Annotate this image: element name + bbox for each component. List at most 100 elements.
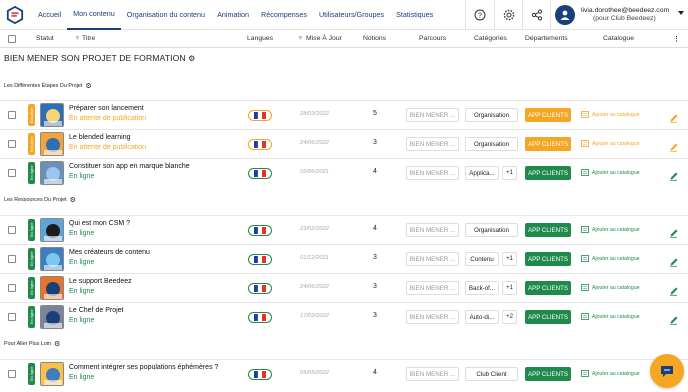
language-flag-icon[interactable] (248, 110, 272, 121)
nav-accueil[interactable]: Accueil (32, 0, 67, 30)
department-chip[interactable]: APP CLIENTS (525, 367, 571, 381)
settings-icon[interactable] (494, 0, 522, 30)
add-to-catalog-label[interactable]: Ajouter au catalogue (592, 285, 640, 291)
add-to-catalog-label[interactable]: Ajouter au catalogue (592, 141, 640, 147)
parcours-chip[interactable]: BIEN MENER ... (406, 310, 459, 324)
header-langues[interactable]: Langues (247, 35, 273, 42)
gear-icon[interactable]: ⚙ (188, 54, 195, 63)
chat-button[interactable] (650, 354, 684, 388)
add-to-catalog-label[interactable]: Ajouter au catalogue (592, 227, 640, 233)
add-to-catalog-label[interactable]: Ajouter au catalogue (592, 314, 640, 320)
category-more-chip[interactable]: +2 (502, 310, 517, 324)
row-title[interactable]: Constituer son app en marque blanche (69, 163, 190, 170)
row-title[interactable]: Mes créateurs de contenu (69, 249, 150, 256)
header-titre[interactable]: Titre (82, 35, 95, 42)
nav-recompenses[interactable]: Récompenses (255, 0, 313, 30)
chevron-down-icon[interactable] (678, 11, 684, 15)
header-parcours[interactable]: Parcours (419, 35, 446, 42)
parcours-chip[interactable]: BIEN MENER ... (406, 223, 459, 237)
gear-icon[interactable]: ⚙ (70, 196, 76, 204)
department-chip[interactable]: APP CLIENTS (525, 252, 571, 266)
add-to-catalog-label[interactable]: Ajouter au catalogue (592, 371, 640, 377)
select-all-checkbox[interactable] (8, 35, 16, 43)
add-to-catalog-link[interactable]: Ajouter au catalogue (581, 255, 640, 262)
edit-pencil-icon[interactable] (669, 110, 679, 123)
add-to-catalog-label[interactable]: Ajouter au catalogue (592, 170, 640, 176)
language-flag-icon[interactable] (248, 369, 272, 380)
table-row[interactable]: En ligne Le support Beedeez En ligne 24/06/… (0, 273, 688, 302)
more-options-icon[interactable]: ⋮ (673, 35, 680, 43)
category-chip[interactable]: Auto-di... (465, 310, 499, 324)
category-more-chip[interactable]: +1 (502, 252, 517, 266)
parcours-chip[interactable]: BIEN MENER ... (406, 137, 459, 151)
row-checkbox[interactable] (8, 140, 16, 148)
row-title[interactable]: Le Chef de Projet (69, 307, 123, 314)
sort-arrow-icon[interactable]: ▼ (74, 35, 81, 42)
row-title[interactable]: Comment intégrer ses populations éphémèr… (69, 364, 218, 371)
department-chip[interactable]: APP CLIENTS (525, 281, 571, 295)
category-chip[interactable]: Organisation (465, 223, 518, 237)
table-row[interactable]: En ligne Constituer son app en marque bla… (0, 158, 688, 187)
header-mise-a-jour[interactable]: Mise À Jour (306, 35, 342, 42)
category-chip[interactable]: Organisation (465, 108, 518, 122)
add-to-catalog-link[interactable]: Ajouter au catalogue (581, 313, 640, 320)
header-notions[interactable]: Notions (363, 35, 386, 42)
add-to-catalog-label[interactable]: Ajouter au catalogue (592, 256, 640, 262)
row-title[interactable]: Le blended learning (69, 134, 131, 141)
row-checkbox[interactable] (8, 370, 16, 378)
language-flag-icon[interactable] (248, 283, 272, 294)
language-flag-icon[interactable] (248, 312, 272, 323)
edit-pencil-icon[interactable] (669, 254, 679, 267)
row-checkbox[interactable] (8, 284, 16, 292)
content-thumbnail[interactable] (40, 247, 64, 271)
row-title[interactable]: Qui est mon CSM ? (69, 220, 130, 227)
nav-organisation-du-contenu[interactable]: Organisation du contenu (121, 0, 211, 30)
edit-pencil-icon[interactable] (669, 312, 679, 325)
language-flag-icon[interactable] (248, 225, 272, 236)
parcours-chip[interactable]: BIEN MENER ... (406, 108, 459, 122)
content-thumbnail[interactable] (40, 132, 64, 156)
parcours-chip[interactable]: BIEN MENER ... (406, 166, 459, 180)
row-title[interactable]: Préparer son lancement (69, 105, 144, 112)
header-categories[interactable]: Catégories (474, 35, 507, 42)
nav-statistiques[interactable]: Statistiques (390, 0, 439, 30)
nav-mon-contenu[interactable]: Mon contenu (67, 0, 121, 30)
row-checkbox[interactable] (8, 313, 16, 321)
edit-pencil-icon[interactable] (669, 283, 679, 296)
add-to-catalog-link[interactable]: Ajouter au catalogue (581, 140, 640, 147)
gear-icon[interactable]: ⚙ (85, 82, 91, 90)
category-more-chip[interactable]: +1 (502, 281, 517, 295)
content-thumbnail[interactable] (40, 218, 64, 242)
parcours-chip[interactable]: BIEN MENER ... (406, 252, 459, 266)
content-thumbnail[interactable] (40, 362, 64, 386)
add-to-catalog-link[interactable]: Ajouter au catalogue (581, 169, 640, 176)
table-row[interactable]: En ligne Mes créateurs de contenu En ligne… (0, 244, 688, 273)
department-chip[interactable]: APP CLIENTS (525, 108, 571, 122)
category-chip[interactable]: Contenu (465, 252, 499, 266)
help-icon[interactable]: ? (465, 0, 493, 30)
table-row[interactable]: Brouillon Préparer son lancement En attent… (0, 100, 688, 129)
department-chip[interactable]: APP CLIENTS (525, 166, 571, 180)
department-chip[interactable]: APP CLIENTS (525, 310, 571, 324)
row-checkbox[interactable] (8, 111, 16, 119)
edit-pencil-icon[interactable] (669, 225, 679, 238)
table-row[interactable]: En ligne Qui est mon CSM ? En ligne 23/02/2… (0, 215, 688, 244)
row-title[interactable]: Le support Beedeez (69, 278, 132, 285)
nav-animation[interactable]: Animation (211, 0, 255, 30)
add-to-catalog-link[interactable]: Ajouter au catalogue (581, 226, 640, 233)
category-chip[interactable]: Back-of... (465, 281, 499, 295)
add-to-catalog-label[interactable]: Ajouter au catalogue (592, 112, 640, 118)
table-row[interactable]: En ligne Comment intégrer ses populations… (0, 359, 688, 388)
department-chip[interactable]: APP CLIENTS (525, 223, 571, 237)
parcours-chip[interactable]: BIEN MENER ... (406, 367, 459, 381)
nav-utilisateurs-groupes[interactable]: Utilisateurs/Groupes (313, 0, 390, 30)
header-departements[interactable]: Départements (525, 35, 568, 42)
table-row[interactable]: En ligne Le Chef de Projet En ligne 17/03/2… (0, 302, 688, 331)
beedeez-logo[interactable] (4, 4, 26, 26)
parcours-chip[interactable]: BIEN MENER ... (406, 281, 459, 295)
add-to-catalog-link[interactable]: Ajouter au catalogue (581, 111, 640, 118)
share-network-icon[interactable] (522, 0, 550, 30)
sort-arrow-icon[interactable]: ▼ (297, 35, 304, 42)
header-statut[interactable]: Statut (36, 35, 54, 42)
edit-pencil-icon[interactable] (669, 168, 679, 181)
